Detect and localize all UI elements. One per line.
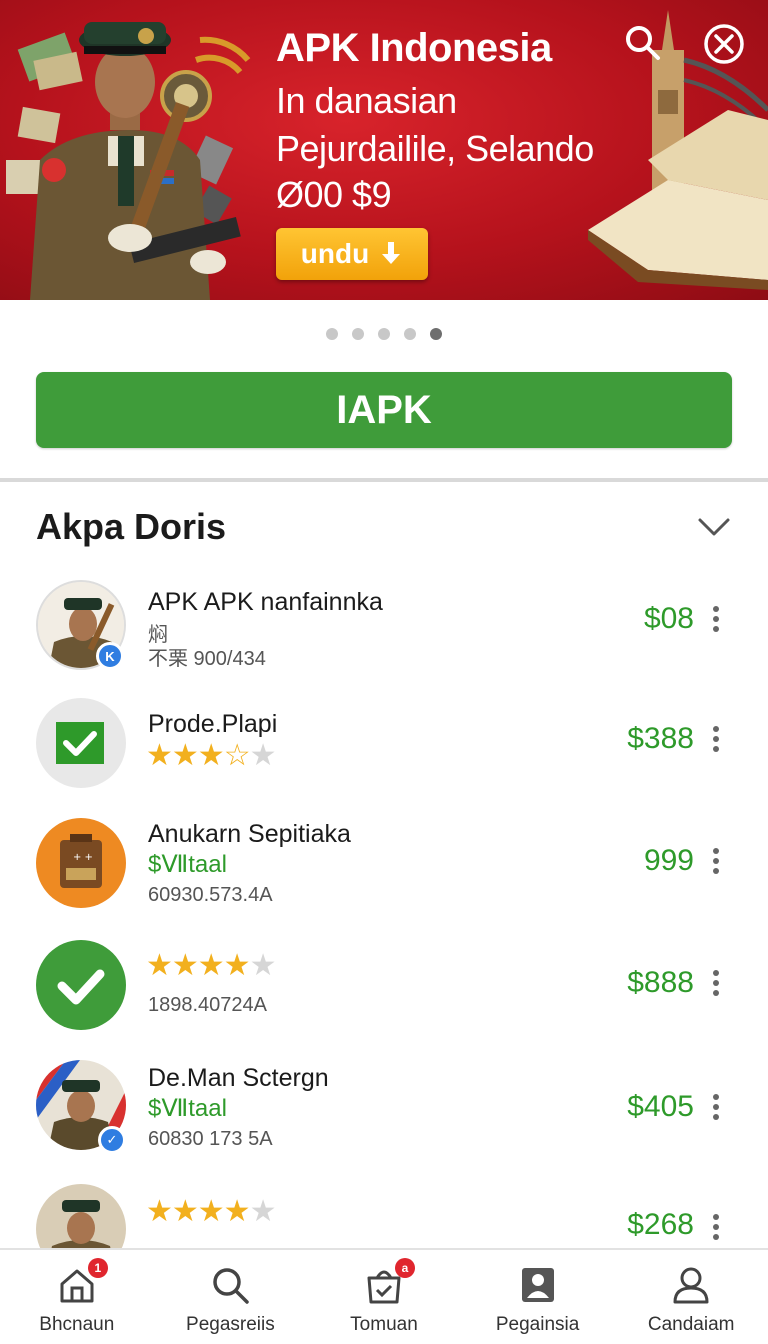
nav-item-store[interactable]: a Tomuan: [307, 1250, 461, 1344]
more-options-icon[interactable]: [706, 1212, 726, 1242]
search-icon[interactable]: [622, 22, 662, 62]
item-price[interactable]: $08: [644, 602, 694, 636]
avatar: [36, 698, 126, 788]
more-options-icon[interactable]: [706, 1092, 726, 1122]
avatar: + +: [36, 818, 126, 908]
download-button-label: undu: [300, 238, 370, 269]
carousel-dot[interactable]: [352, 328, 364, 340]
carousel-dot[interactable]: [378, 328, 390, 340]
search-icon: [209, 1264, 251, 1306]
promo-banner[interactable]: APK Indonesia In danasian Pejurdailile, …: [0, 0, 768, 300]
section-title: Akpa Doris: [36, 506, 227, 547]
item-price[interactable]: $405: [627, 1090, 694, 1124]
verified-badge-icon: K: [96, 642, 124, 670]
rating-stars: ★★★★★: [146, 949, 276, 982]
rating-stars: ★★★★★: [146, 1195, 276, 1228]
avatar: [36, 940, 126, 1030]
briefcase-icon: + +: [60, 834, 102, 888]
nav-label: Pegasreiis: [186, 1314, 275, 1335]
svg-text:+ +: + +: [73, 852, 93, 863]
primary-apk-button[interactable]: IAPK: [36, 372, 732, 448]
verified-badge-icon: ✓: [98, 1126, 126, 1154]
bottom-navigation: 1 Bhcnaun Pegasreiis a Tomuan Pegainsia …: [0, 1248, 768, 1344]
item-title: Prode.Plapi: [148, 710, 278, 738]
item-meta: 60930.573.4A: [148, 884, 273, 906]
list-item[interactable]: ✓ De.Man Sctergn $Ⅶtaal 60830 173 5A $40…: [0, 1054, 768, 1172]
download-button[interactable]: undu: [276, 228, 428, 280]
more-options-icon[interactable]: [706, 604, 726, 634]
nav-label: Bhcnaun: [39, 1314, 115, 1335]
item-price[interactable]: 999: [644, 844, 694, 878]
nav-item-home[interactable]: 1 Bhcnaun: [0, 1250, 154, 1344]
list-item[interactable]: K APK APK nanfainnka 焖 不栗 900/434 $08: [0, 570, 768, 688]
banner-line-2: Pejurdailile, Selando: [276, 128, 594, 169]
item-title: Anukarn Sepitiaka: [148, 820, 351, 848]
carousel-dot[interactable]: [404, 328, 416, 340]
list-item[interactable]: ★★★★★ 1898.40724A $888: [0, 932, 768, 1050]
notification-badge: 1: [87, 1258, 108, 1278]
carousel-dot[interactable]: [326, 328, 338, 340]
item-price[interactable]: $388: [627, 722, 694, 756]
carousel-indicator[interactable]: [0, 328, 768, 340]
store-icon: a: [363, 1258, 415, 1306]
item-title: De.Man Sctergn: [148, 1064, 329, 1092]
item-meta: 1898.40724A: [148, 994, 268, 1016]
list-item[interactable]: + + Anukarn Sepitiaka $Ⅶtaal 60930.573.4…: [0, 810, 768, 928]
home-icon: 1: [56, 1258, 108, 1306]
chevron-down-icon[interactable]: [696, 512, 732, 542]
person-icon: [670, 1264, 712, 1306]
nav-label: Candaiam: [647, 1314, 735, 1335]
download-icon: [382, 242, 401, 264]
rating-stars: ★★★☆★: [146, 739, 276, 772]
item-meta: 不栗 900/434: [148, 648, 266, 670]
banner-price: Ø00 $9: [276, 174, 392, 215]
nav-label: Tomuan: [350, 1314, 418, 1335]
check-icon: [57, 969, 105, 1005]
nav-label: Pegainsia: [495, 1314, 580, 1335]
item-tag: $Ⅶtaal: [148, 1095, 227, 1122]
section-divider: [0, 478, 768, 482]
more-options-icon[interactable]: [706, 968, 726, 998]
more-options-icon[interactable]: [706, 846, 726, 876]
soldier-illustration: [6, 22, 251, 300]
carousel-dot-active[interactable]: [430, 328, 442, 340]
item-price[interactable]: $888: [627, 966, 694, 1000]
banner-line-1: In danasian: [276, 80, 457, 121]
list-item[interactable]: Prode.Plapi ★★★☆★ $388: [0, 690, 768, 808]
item-price[interactable]: $268: [627, 1208, 694, 1242]
more-options-icon[interactable]: [706, 724, 726, 754]
banner-title: APK Indonesia: [276, 26, 552, 70]
notification-badge: a: [394, 1258, 415, 1278]
nav-item-search[interactable]: Pegasreiis: [154, 1250, 308, 1344]
nav-item-gallery[interactable]: Pegainsia: [461, 1250, 615, 1344]
checkbox-icon: [56, 722, 104, 764]
item-title: APK APK nanfainnka: [148, 588, 383, 616]
nav-item-profile[interactable]: Candaiam: [614, 1250, 768, 1344]
item-meta: 60830 173 5A: [148, 1128, 273, 1150]
close-icon[interactable]: [702, 22, 746, 66]
item-tag: $Ⅶtaal: [148, 851, 227, 878]
image-icon: [517, 1264, 559, 1306]
